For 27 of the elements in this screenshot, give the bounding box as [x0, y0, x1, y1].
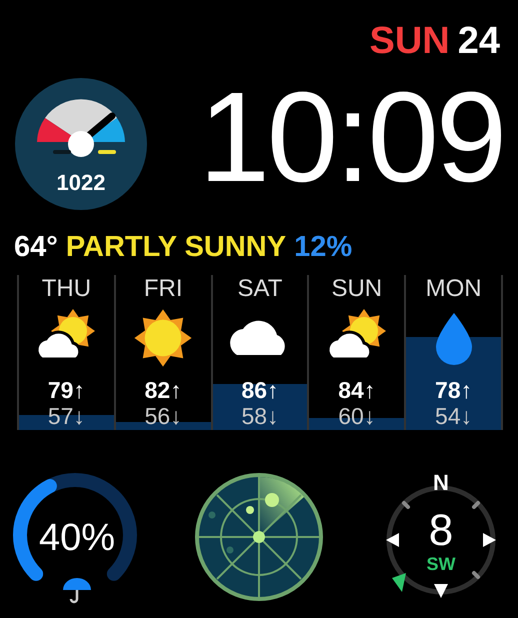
condition: PARTLY SUNNY	[66, 230, 286, 265]
day-label: MON	[426, 277, 482, 301]
high-temperature: 84↑	[338, 379, 376, 402]
wind-direction: SW	[426, 554, 456, 574]
day-label: FRI	[144, 277, 183, 301]
pressure-reading: 1022	[56, 170, 106, 195]
high-temperature: 79↑	[48, 379, 85, 402]
low-temperature: 54↓	[435, 405, 472, 428]
day-number: 24	[458, 22, 500, 60]
low-temperature: 58↓	[241, 405, 279, 428]
high-temperature: 78↑	[435, 379, 472, 402]
day-label: SAT	[238, 277, 282, 301]
low-temperature: 56↓	[144, 405, 182, 428]
temperature: 64°	[14, 230, 58, 265]
precipitation-chance: 12%	[294, 230, 352, 265]
high-temperature: 82↑	[144, 379, 182, 402]
high-temperature: 86↑	[241, 379, 279, 402]
day-label: THU	[42, 277, 92, 301]
low-temperature: 57↓	[48, 405, 85, 428]
clock-time: 10:09	[198, 74, 504, 202]
day-label: SUN	[331, 277, 382, 301]
low-temperature: 60↓	[338, 405, 376, 428]
north-label: N	[433, 470, 449, 495]
wind-direction-icon	[392, 573, 406, 592]
wind-speed: 8	[428, 506, 454, 555]
umbrella-icon	[63, 578, 91, 604]
weekday: SUN	[369, 22, 450, 60]
